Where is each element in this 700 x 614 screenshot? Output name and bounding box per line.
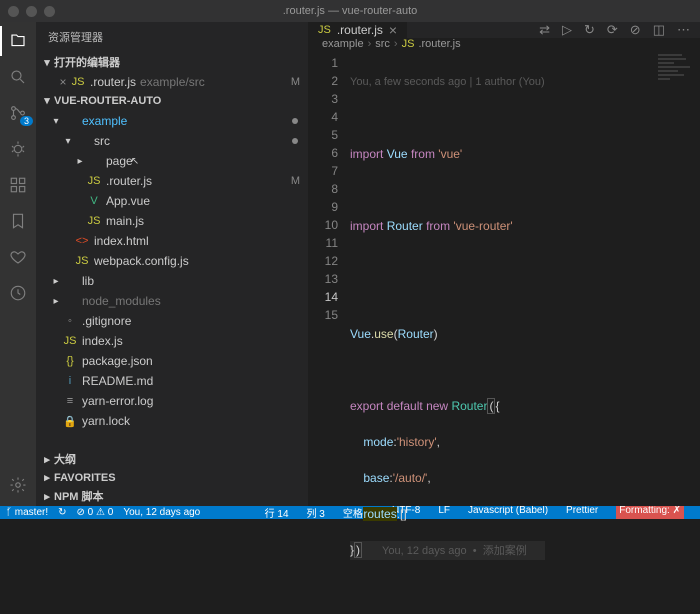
open-editor-item[interactable]: ×JS.router.js example/srcM bbox=[36, 72, 308, 92]
max-dot[interactable] bbox=[44, 6, 55, 17]
tab-router-js[interactable]: JS .router.js × bbox=[308, 22, 408, 38]
activity-bar: 3 bbox=[0, 22, 36, 506]
run-icon[interactable]: ▷ bbox=[562, 22, 572, 38]
code-editor[interactable]: 123456789101112131415 You, a few seconds… bbox=[308, 50, 700, 614]
code-content[interactable]: You, a few seconds ago | 1 author (You) … bbox=[350, 50, 545, 614]
compare-icon[interactable]: ⇄ bbox=[539, 22, 550, 38]
modified-dot bbox=[292, 138, 298, 144]
file-item[interactable]: VApp.vue bbox=[36, 191, 308, 211]
sidebar-title: 资源管理器 bbox=[36, 22, 308, 52]
open-editors-header[interactable]: ▾打开的编辑器 bbox=[36, 52, 308, 72]
file-item[interactable]: JSindex.js bbox=[36, 331, 308, 351]
chevron-icon: ▾ bbox=[50, 116, 62, 127]
chevron-icon: ▸ bbox=[74, 156, 86, 167]
close-icon[interactable]: × bbox=[56, 75, 70, 89]
chevron-icon: ▾ bbox=[62, 136, 74, 147]
breadcrumb[interactable]: example› src› JS .router.js bbox=[308, 38, 700, 50]
debug-icon[interactable] bbox=[7, 138, 29, 160]
min-dot[interactable] bbox=[26, 6, 37, 17]
folder-item[interactable]: ▸lib bbox=[36, 271, 308, 291]
file-icon: ≡ bbox=[62, 395, 78, 407]
folder-item[interactable]: ▾src bbox=[36, 131, 308, 151]
file-icon: JS bbox=[62, 335, 78, 347]
tab-bar: JS .router.js × ⇄ ▷ ↻ ⟳ ⊘ ◫ ⋯ bbox=[308, 22, 700, 38]
chevron-icon: ▸ bbox=[50, 276, 62, 287]
file-icon: JS bbox=[74, 255, 90, 267]
file-tree[interactable]: ▾example▾src▸page↖JS.router.jsMVApp.vueJ… bbox=[36, 109, 308, 449]
file-item[interactable]: {}package.json bbox=[36, 351, 308, 371]
refresh-icon[interactable]: ↻ bbox=[584, 22, 595, 38]
minimap[interactable] bbox=[658, 54, 698, 94]
favorites-header[interactable]: ▸FAVORITES bbox=[36, 469, 308, 486]
file-icon: 🔒 bbox=[62, 415, 78, 428]
sync-item[interactable]: ↻ bbox=[58, 507, 66, 518]
line-item[interactable]: 行 14 bbox=[265, 506, 289, 519]
file-item[interactable]: <>index.html bbox=[36, 231, 308, 251]
window-title: .router.js — vue-router-auto bbox=[283, 5, 418, 17]
file-icon: JS bbox=[86, 175, 102, 187]
file-icon: {} bbox=[62, 355, 78, 367]
sidebar: 资源管理器 ▾打开的编辑器 ×JS.router.js example/srcM… bbox=[36, 22, 308, 506]
scm-badge: 3 bbox=[20, 116, 33, 126]
errors-item[interactable]: ⊘ 0 ⚠ 0 bbox=[77, 507, 114, 518]
search-icon[interactable] bbox=[7, 66, 29, 88]
branch-item[interactable]: ᚶ master! bbox=[6, 507, 48, 518]
file-item[interactable]: JSwebpack.config.js bbox=[36, 251, 308, 271]
tab-close-icon[interactable]: × bbox=[389, 22, 397, 38]
cursor-icon: ↖ bbox=[131, 156, 139, 167]
titlebar: .router.js — vue-router-auto bbox=[0, 0, 700, 22]
file-item[interactable]: ◦.gitignore bbox=[36, 311, 308, 331]
line-gutter: 123456789101112131415 bbox=[308, 50, 350, 614]
file-icon: V bbox=[86, 195, 102, 207]
more-icon[interactable]: ⋯ bbox=[677, 22, 690, 38]
file-icon: ◦ bbox=[62, 315, 78, 327]
stop-icon[interactable]: ⊘ bbox=[630, 22, 641, 38]
tab-label: .router.js bbox=[337, 23, 383, 37]
js-icon: JS bbox=[318, 24, 331, 36]
explorer-icon[interactable] bbox=[7, 30, 29, 52]
heart-icon[interactable] bbox=[7, 246, 29, 268]
npm-header[interactable]: ▸NPM 脚本 bbox=[36, 486, 308, 506]
project-icon[interactable] bbox=[7, 282, 29, 304]
split-icon[interactable]: ◫ bbox=[653, 22, 665, 38]
editor-actions: ⇄ ▷ ↻ ⟳ ⊘ ◫ ⋯ bbox=[529, 22, 700, 38]
window-controls[interactable] bbox=[8, 6, 55, 17]
blame-status[interactable]: You, 12 days ago bbox=[123, 507, 200, 518]
settings-icon[interactable] bbox=[7, 474, 29, 496]
js-icon: JS bbox=[70, 76, 86, 88]
folder-item[interactable]: ▾example bbox=[36, 111, 308, 131]
file-icon: i bbox=[62, 375, 78, 387]
file-item[interactable]: 🔒yarn.lock bbox=[36, 411, 308, 431]
extensions-icon[interactable] bbox=[7, 174, 29, 196]
sync-icon[interactable]: ⟳ bbox=[607, 22, 618, 38]
file-icon: <> bbox=[74, 235, 90, 247]
blame-inline: You, 12 days ago • 添加案例 bbox=[382, 545, 527, 557]
folder-item[interactable]: ▸node_modules bbox=[36, 291, 308, 311]
chevron-icon: ▸ bbox=[50, 296, 62, 307]
outline-header[interactable]: ▸大纲 bbox=[36, 449, 308, 469]
file-icon: JS bbox=[86, 215, 102, 227]
editor-area: JS .router.js × ⇄ ▷ ↻ ⟳ ⊘ ◫ ⋯ example› s… bbox=[308, 22, 700, 506]
folder-item[interactable]: ▸page↖ bbox=[36, 151, 308, 171]
js-icon: JS bbox=[402, 38, 415, 50]
file-item[interactable]: iREADME.md bbox=[36, 371, 308, 391]
modified-dot bbox=[292, 118, 298, 124]
close-dot[interactable] bbox=[8, 6, 19, 17]
bookmark-icon[interactable] bbox=[7, 210, 29, 232]
scm-icon[interactable]: 3 bbox=[7, 102, 29, 124]
project-header[interactable]: ▾VUE-ROUTER-AUTO bbox=[36, 92, 308, 109]
file-item[interactable]: JS.router.jsM bbox=[36, 171, 308, 191]
file-item[interactable]: ≡yarn-error.log bbox=[36, 391, 308, 411]
blame-annotation: You, a few seconds ago | 1 author (You) bbox=[350, 76, 545, 88]
file-item[interactable]: JSmain.js bbox=[36, 211, 308, 231]
